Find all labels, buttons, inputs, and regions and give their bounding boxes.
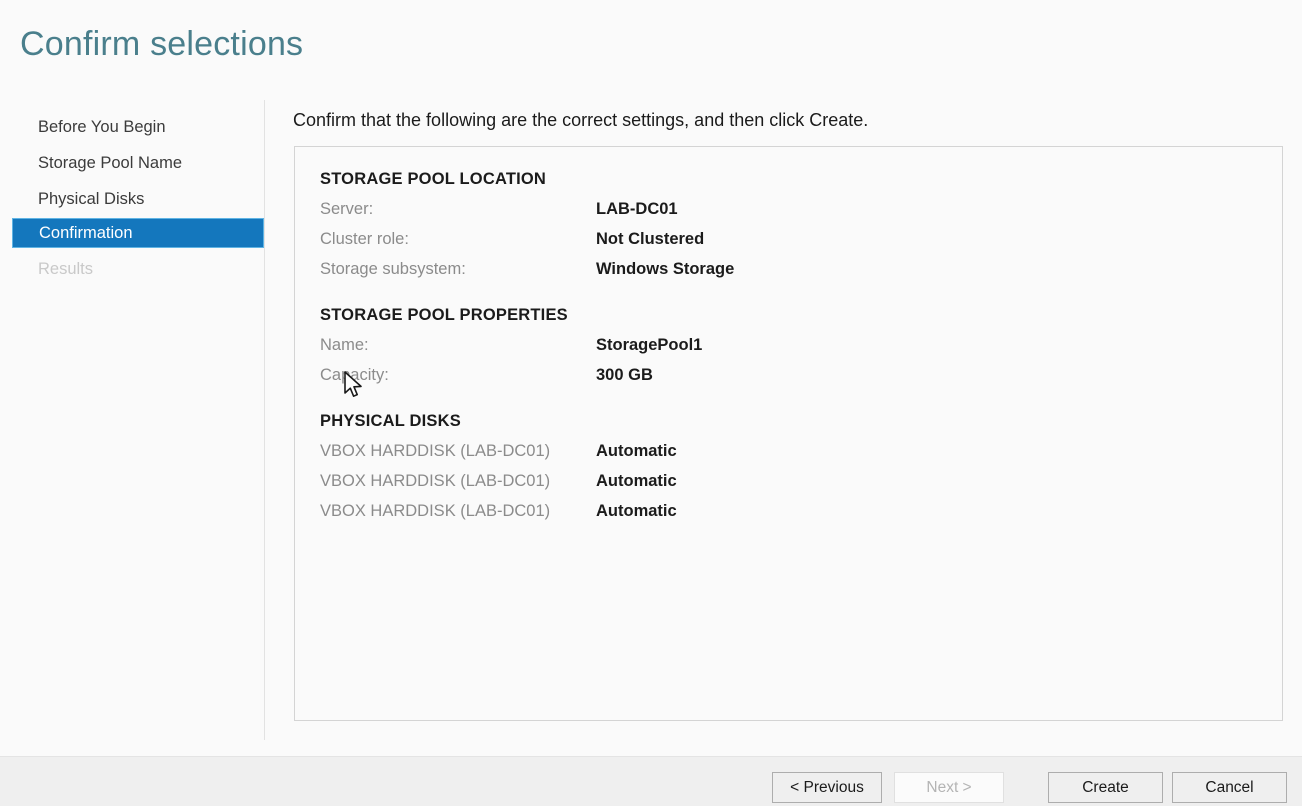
summary-groups-container: STORAGE POOL LOCATION Server: LAB-DC01 Clus… [295,147,1282,526]
summary-row: Server: LAB-DC01 [320,194,1282,224]
previous-button[interactable]: < Previous [772,772,882,803]
page-title: Confirm selections [20,25,304,63]
summary-row: Storage subsystem: Windows Storage [320,254,1282,284]
create-button[interactable]: Create [1048,772,1163,803]
wizard-content-pane: Confirm that the following are the corre… [266,100,1302,740]
summary-group-heading: PHYSICAL DISKS [320,412,461,430]
summary-row: VBOX HARDDISK (LAB-DC01) Automatic [320,466,1282,496]
summary-row-label: Server: [320,200,374,218]
summary-row-value: 300 GB [596,366,653,384]
sidebar-item-results: Results [38,260,94,278]
summary-row-value: Automatic [596,502,677,520]
instruction-text: Confirm that the following are the corre… [293,110,869,130]
wizard-body: Before You Begin Storage Pool Name Physica… [0,100,1302,755]
summary-row-value: Automatic [596,442,677,460]
summary-row-value: StoragePool1 [596,336,703,354]
summary-row: Name: StoragePool1 [320,330,1282,360]
wizard-step-navigation: Before You Begin Storage Pool Name Physica… [0,100,265,740]
confirmation-summary-panel: STORAGE POOL LOCATION Server: LAB-DC01 Clus… [294,146,1283,721]
next-button: Next > [894,772,1004,803]
wizard-footer: < Previous Next > Create Cancel [0,756,1302,806]
summary-row-label: Capacity: [320,366,389,384]
summary-row-label: VBOX HARDDISK (LAB-DC01) [320,472,551,490]
summary-row-value: Windows Storage [596,260,735,278]
summary-row: VBOX HARDDISK (LAB-DC01) Automatic [320,496,1282,526]
sidebar-item-physical-disks[interactable]: Physical Disks [12,184,264,214]
sidebar-item-before-you-begin[interactable]: Before You Begin [12,112,264,142]
summary-group-heading: STORAGE POOL PROPERTIES [320,306,568,324]
summary-group-heading: STORAGE POOL LOCATION [320,170,547,188]
summary-row-value: LAB-DC01 [596,200,678,218]
summary-row: Cluster role: Not Clustered [320,224,1282,254]
summary-row-value: Automatic [596,472,677,490]
summary-group: PHYSICAL DISKS VBOX HARDDISK (LAB-DC01) Au… [320,406,1282,526]
cancel-button[interactable]: Cancel [1172,772,1287,803]
summary-row-value: Not Clustered [596,230,705,248]
summary-row-label: VBOX HARDDISK (LAB-DC01) [320,442,551,460]
summary-group: STORAGE POOL LOCATION Server: LAB-DC01 Clus… [320,164,1282,284]
summary-row-label: VBOX HARDDISK (LAB-DC01) [320,502,551,520]
sidebar-item-storage-pool-name[interactable]: Storage Pool Name [12,148,264,178]
summary-row-label: Name: [320,336,369,354]
summary-row-label: Storage subsystem: [320,260,466,278]
summary-row-label: Cluster role: [320,230,409,248]
sidebar-item-confirmation[interactable]: Confirmation [12,218,264,248]
summary-row: Capacity: 300 GB [320,360,1282,390]
summary-row: VBOX HARDDISK (LAB-DC01) Automatic [320,436,1282,466]
summary-group: STORAGE POOL PROPERTIES Name: StoragePool1… [320,300,1282,390]
